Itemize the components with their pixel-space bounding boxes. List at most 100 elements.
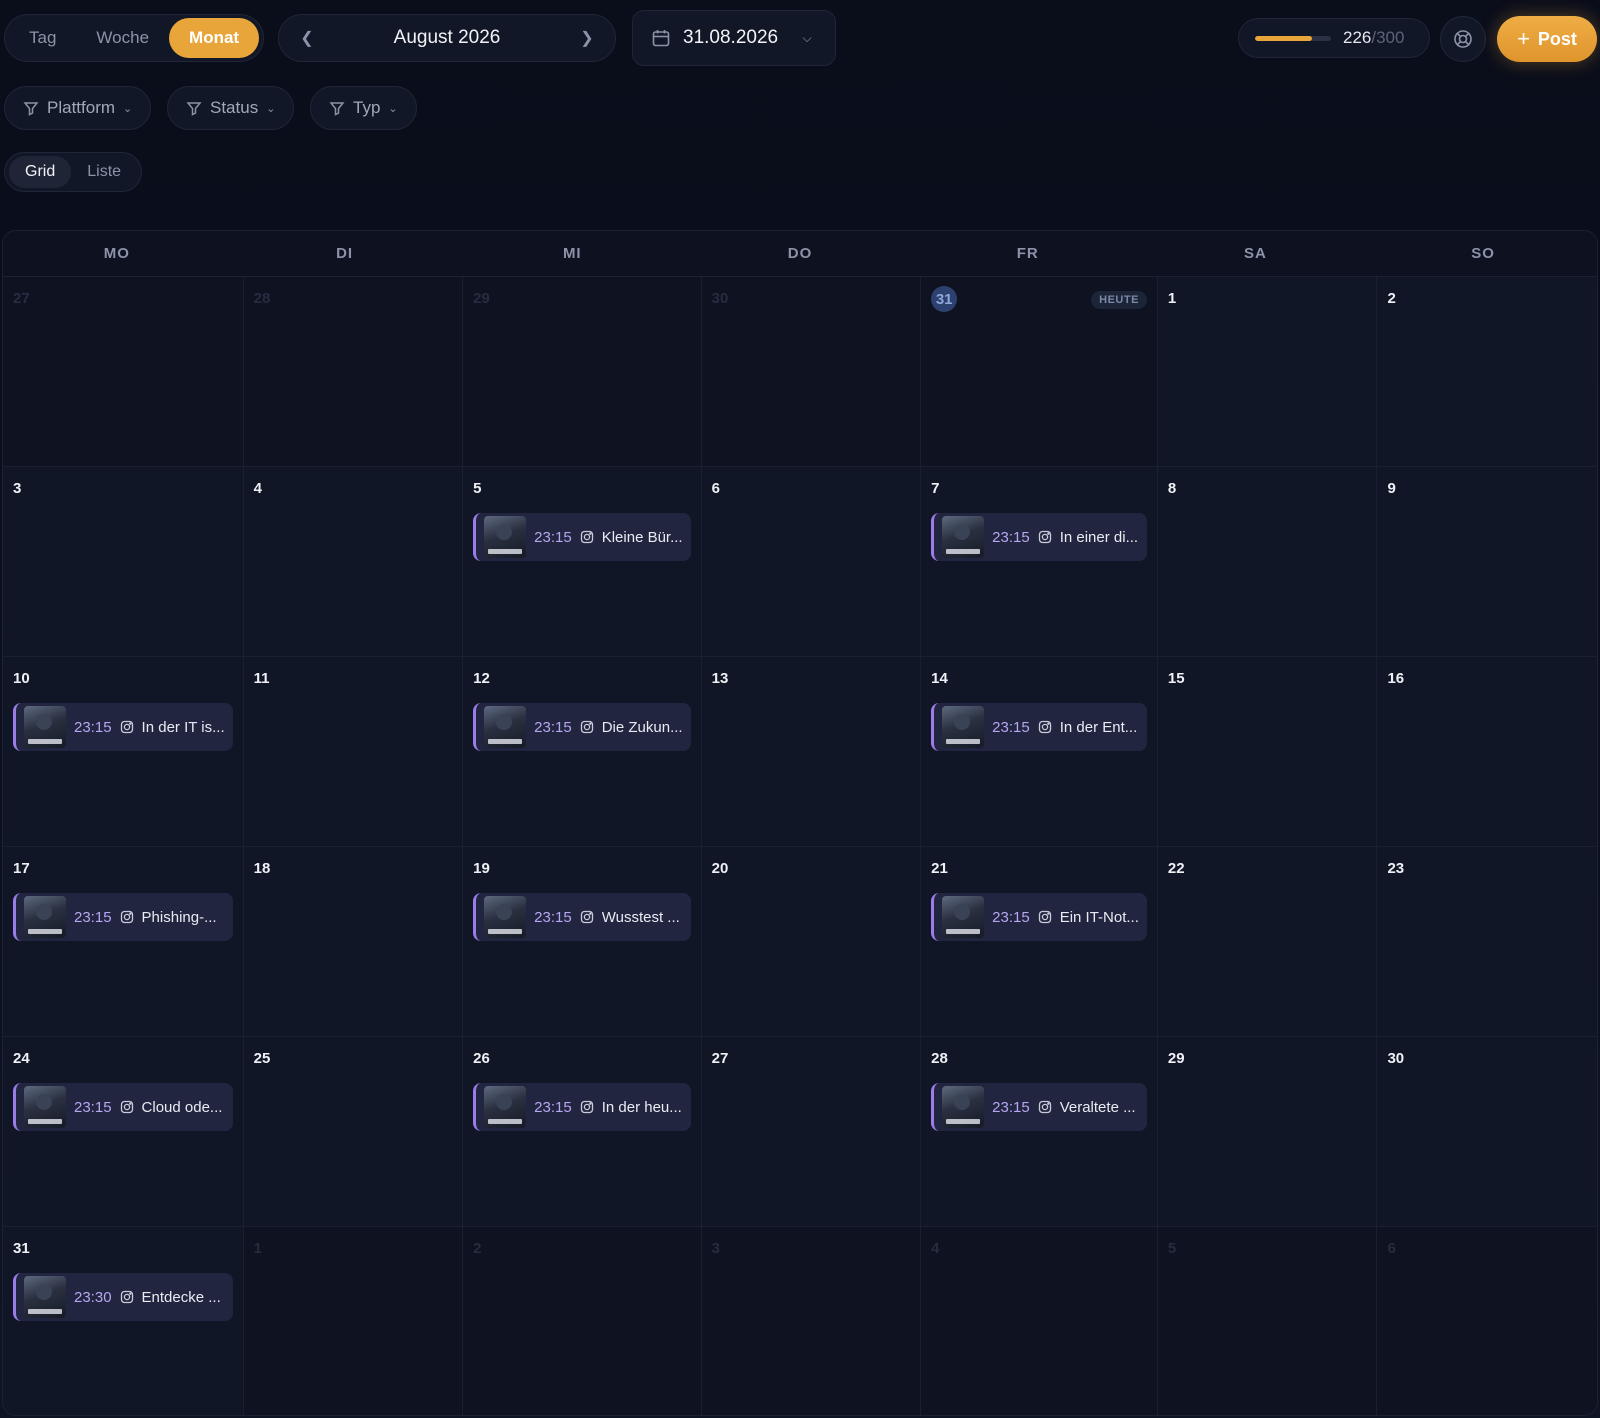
scheduled-post[interactable]: 23:15 Cloud ode... [13, 1083, 233, 1131]
day-cell[interactable]: 11 [243, 657, 464, 847]
scheduled-post[interactable]: 23:15 Phishing-... [13, 893, 233, 941]
post-title: In einer di... [1059, 528, 1139, 546]
day-cell[interactable]: 3 [701, 1227, 922, 1415]
instagram-icon [580, 910, 593, 924]
post-thumbnail [942, 896, 985, 938]
scheduled-post[interactable]: 23:15 In der Ent... [931, 703, 1147, 751]
day-cell[interactable]: 1 [1157, 277, 1378, 467]
day-cell[interactable]: 9 [1377, 467, 1597, 657]
chevron-right-icon[interactable]: ❯ [577, 28, 597, 48]
day-cell[interactable]: 7 23:15 In einer di... [921, 467, 1158, 657]
day-cell[interactable]: 22 [1157, 847, 1378, 1037]
day-number: 23 [1387, 859, 1405, 877]
scheduled-post[interactable]: 23:15 Die Zukun... [473, 703, 691, 751]
day-cell[interactable]: 4 [921, 1227, 1158, 1415]
weekday-label: FR [1016, 245, 1039, 262]
day-cell[interactable]: 1 [243, 1227, 464, 1415]
plus-icon: + [1517, 26, 1530, 51]
help-button[interactable] [1440, 16, 1486, 62]
scheduled-post[interactable]: 23:30 Entdecke ... [13, 1273, 233, 1321]
filter-platform[interactable]: Plattform ⌄ [4, 86, 152, 130]
day-cell[interactable]: 28 23:15 Veraltete ... [921, 1037, 1158, 1227]
day-cell[interactable]: 28 [243, 277, 464, 467]
filter-status[interactable]: Status ⌄ [167, 86, 295, 130]
day-cell[interactable]: 6 [701, 467, 922, 657]
post-quota: 226/300 [1238, 18, 1430, 58]
day-cell[interactable]: 27 [701, 1037, 922, 1227]
day-number: 30 [1387, 1049, 1405, 1067]
post-time: 23:15 [992, 908, 1030, 926]
day-cell[interactable]: 26 23:15 In der heu... [463, 1037, 702, 1227]
date-picker[interactable]: 31.08.2026 ⌵ [632, 10, 836, 66]
day-cell[interactable]: 20 [701, 847, 922, 1037]
weekday-label: DI [336, 245, 354, 262]
day-number: 2 [473, 1239, 482, 1257]
scheduled-post[interactable]: 23:15 Veraltete ... [931, 1083, 1147, 1131]
post-title: In der heu... [601, 1098, 682, 1116]
day-cell[interactable]: 31 23:30 Entdecke ... [3, 1227, 244, 1415]
day-cell[interactable]: 5 23:15 Kleine Bür... [463, 467, 702, 657]
day-cell[interactable]: 5 [1157, 1227, 1378, 1415]
day-cell[interactable]: 30 [701, 277, 922, 467]
day-cell[interactable]: 2 [1377, 277, 1597, 467]
scheduled-post[interactable]: 23:15 Ein IT-Not... [931, 893, 1147, 941]
calendar-icon [652, 30, 670, 47]
filter-type[interactable]: Typ ⌄ [310, 86, 417, 130]
day-cell[interactable]: 10 23:15 In der IT is... [3, 657, 244, 847]
scheduled-post[interactable]: 23:15 Kleine Bür... [473, 513, 691, 561]
filter-status-label: Status [210, 98, 259, 117]
tab-week[interactable]: Woche [76, 18, 169, 58]
day-cell[interactable]: 17 23:15 Phishing-... [3, 847, 244, 1037]
tab-day[interactable]: Tag [9, 18, 76, 58]
weekday-header: MO DI MI DO FR SA SO [3, 231, 1597, 277]
day-number: 28 [253, 289, 271, 307]
scheduled-post[interactable]: 23:15 In der heu... [473, 1083, 691, 1131]
layout-grid-button[interactable]: Grid [9, 156, 72, 188]
tab-month[interactable]: Monat [169, 18, 260, 58]
scheduled-post[interactable]: 23:15 Wusstest ... [473, 893, 691, 941]
day-number: 31 [13, 1239, 30, 1257]
day-cell[interactable]: 4 [243, 467, 464, 657]
post-title: Kleine Bür... [601, 528, 683, 546]
day-cell[interactable]: 13 [701, 657, 922, 847]
day-number: 27 [13, 289, 30, 307]
post-title: In der Ent... [1059, 718, 1138, 736]
day-cell[interactable]: 12 23:15 Die Zukun... [463, 657, 702, 847]
scheduled-post[interactable]: 23:15 In einer di... [931, 513, 1147, 561]
day-number: 29 [473, 289, 490, 307]
day-number: 18 [253, 859, 271, 877]
new-post-button[interactable]: + Post [1497, 16, 1597, 62]
day-cell[interactable]: 19 23:15 Wusstest ... [463, 847, 702, 1037]
day-cell[interactable]: 18 [243, 847, 464, 1037]
day-cell[interactable]: 25 [243, 1037, 464, 1227]
day-cell[interactable]: 31 HEUTE [921, 277, 1158, 467]
day-cell[interactable]: 3 [3, 467, 244, 657]
scheduled-post[interactable]: 23:15 In der IT is... [13, 703, 233, 751]
day-cell[interactable]: 16 [1377, 657, 1597, 847]
day-cell[interactable]: 14 23:15 In der Ent... [921, 657, 1158, 847]
day-cell[interactable]: 21 23:15 Ein IT-Not... [921, 847, 1158, 1037]
day-number: 16 [1387, 669, 1405, 687]
instagram-icon [580, 720, 593, 734]
post-thumbnail [484, 516, 527, 558]
layout-toggle: Grid Liste [4, 152, 143, 192]
instagram-icon [580, 530, 593, 544]
day-cell[interactable]: 8 [1157, 467, 1378, 657]
instagram-icon [1038, 910, 1051, 924]
day-number: 3 [711, 1239, 720, 1257]
day-cell[interactable]: 29 [1157, 1037, 1378, 1227]
day-cell[interactable]: 2 [463, 1227, 702, 1415]
day-cell[interactable]: 15 [1157, 657, 1378, 847]
day-cell[interactable]: 29 [463, 277, 702, 467]
instagram-icon [1038, 1100, 1051, 1114]
day-cell[interactable]: 30 [1377, 1037, 1597, 1227]
day-cell[interactable]: 6 [1377, 1227, 1597, 1415]
layout-list-button[interactable]: Liste [71, 156, 137, 188]
day-cell[interactable]: 24 23:15 Cloud ode... [3, 1037, 244, 1227]
day-number: 5 [1167, 1239, 1177, 1257]
day-number: 30 [711, 289, 729, 307]
day-cell[interactable]: 23 [1377, 847, 1597, 1037]
day-number: 1 [1167, 289, 1177, 307]
chevron-left-icon[interactable]: ❮ [297, 28, 317, 48]
day-cell[interactable]: 27 [3, 277, 244, 467]
